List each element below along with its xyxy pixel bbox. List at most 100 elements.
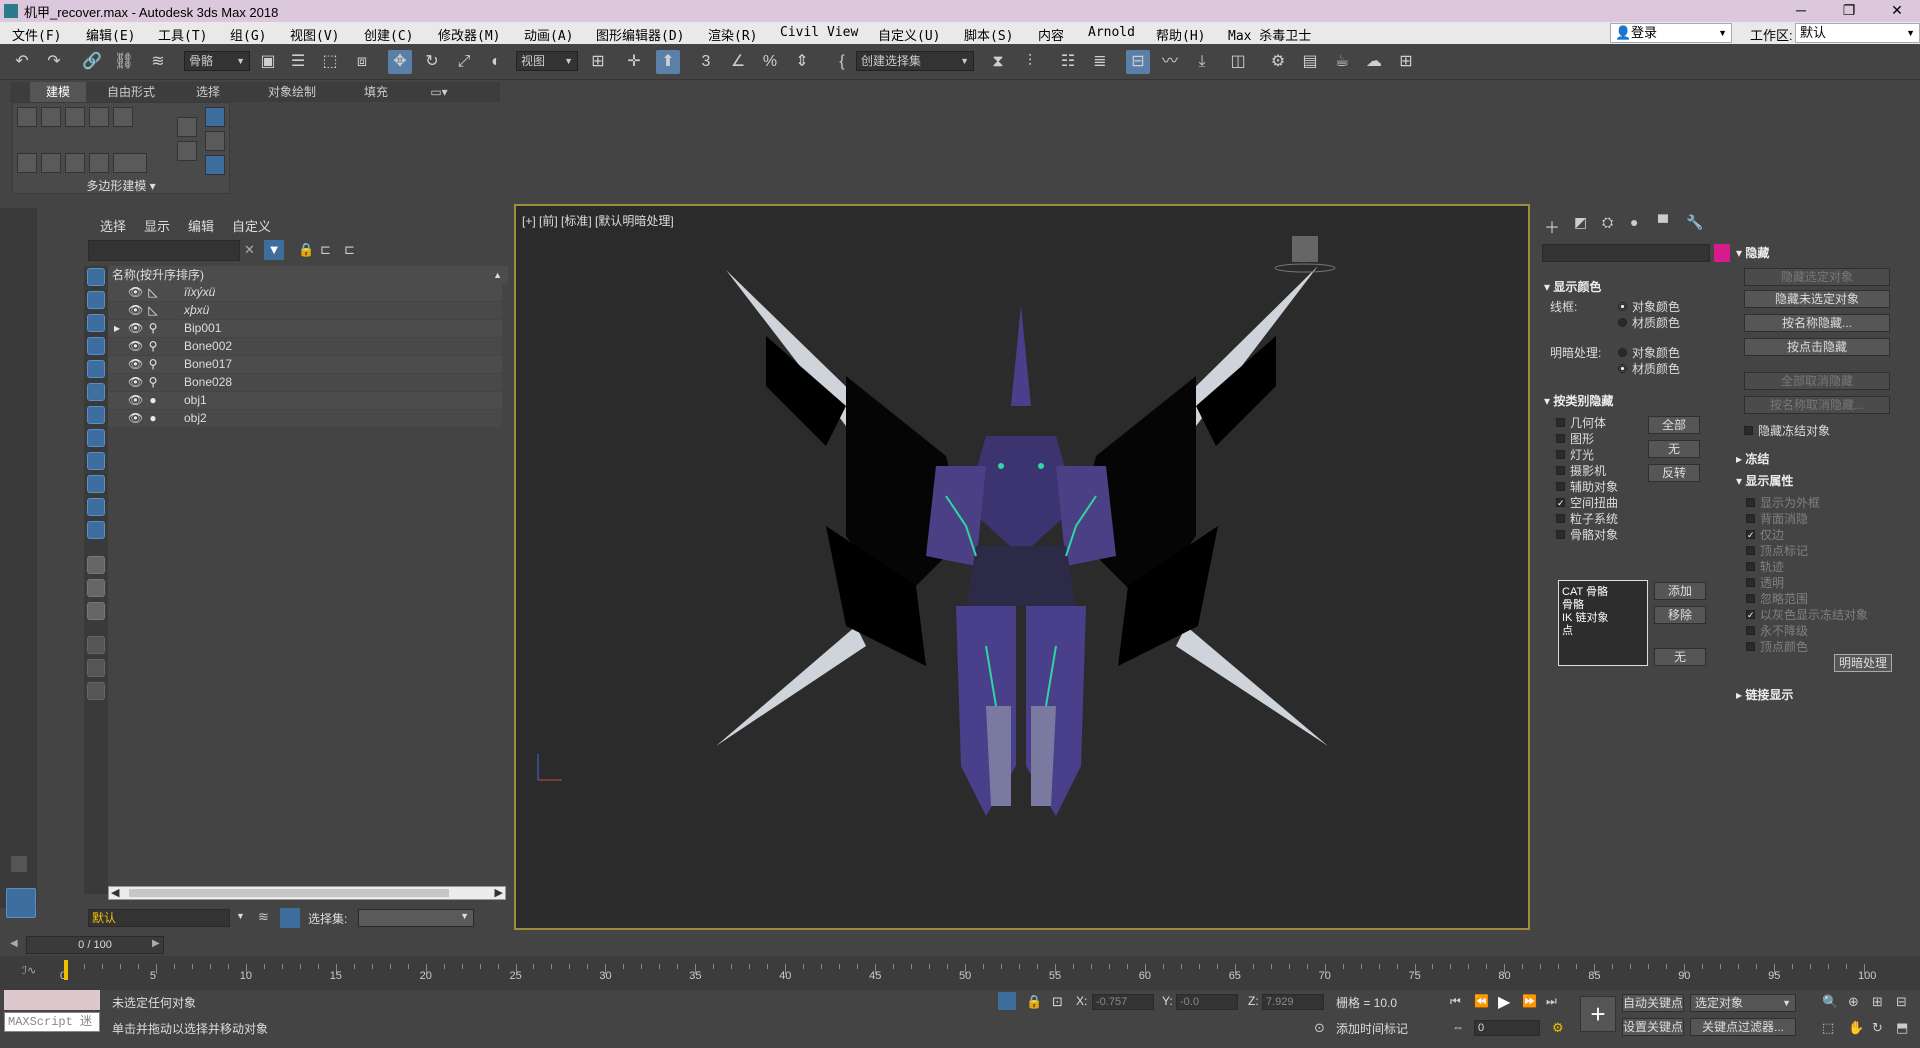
expand-layout-icon[interactable] — [11, 856, 27, 872]
geometry-filter-icon[interactable] — [87, 268, 105, 286]
layer-explorer-icon[interactable]: ☷ — [1056, 50, 1080, 74]
remove-category-button[interactable]: 移除 — [1654, 606, 1706, 624]
menu-content[interactable]: 内容 — [1038, 25, 1064, 44]
xrefs-filter-icon[interactable] — [87, 429, 105, 447]
bones-filter-icon[interactable] — [87, 452, 105, 470]
hide-rollout[interactable]: ▾ 隐藏 — [1736, 244, 1769, 261]
explorer-horizontal-scrollbar[interactable]: ◀ ▶ — [108, 886, 506, 900]
ribbon-options-icon[interactable]: ▭▾ — [424, 82, 454, 102]
shaded-object-color-radio[interactable] — [1618, 348, 1627, 357]
link-icon[interactable]: 🔗 — [80, 50, 104, 74]
filter-funnel-icon[interactable] — [87, 659, 105, 677]
list-item[interactable]: 👁 ◺ xþxü — [108, 302, 502, 319]
time-slider[interactable]: ◀ 0 / 100 ▶ — [0, 934, 1920, 956]
listbox-item[interactable]: 点 — [1562, 622, 1573, 638]
menu-group[interactable]: 组(G) — [230, 25, 266, 44]
menu-scripting[interactable]: 脚本(S) — [964, 25, 1013, 44]
schematic-view-icon[interactable]: ⤓ — [1190, 50, 1214, 74]
scrollbar-thumb[interactable] — [129, 889, 449, 897]
z-coordinate-field[interactable]: 7.929 — [1262, 994, 1324, 1010]
maxscript-listener[interactable]: MAXScript 迷 — [4, 990, 100, 1042]
visibility-eye-icon[interactable]: 👁 — [128, 356, 143, 373]
ribbon-tab-modeling[interactable]: 建模 — [30, 82, 86, 102]
polygon-icon[interactable] — [89, 107, 109, 127]
isolate-selection-icon[interactable] — [998, 992, 1016, 1010]
select-move-icon[interactable]: ✥ — [388, 50, 412, 74]
spacewarps-filter-icon[interactable] — [87, 383, 105, 401]
list-item[interactable]: 👁 ⚲ Bone017 — [108, 356, 502, 373]
explorer-search-input[interactable] — [88, 240, 240, 261]
shaded-material-color-radio[interactable] — [1618, 364, 1627, 373]
rendered-frame-icon[interactable]: ▤ — [1298, 50, 1322, 74]
frame-counter[interactable]: 0 / 100 — [26, 936, 164, 954]
keyboard-shortcut-icon[interactable]: ⬆ — [656, 50, 680, 74]
filter-icon[interactable]: ▼ — [264, 240, 284, 260]
add-time-tag-button[interactable]: 添加时间标记 — [1336, 1020, 1408, 1037]
menu-file[interactable]: 文件(F) — [12, 25, 61, 44]
freeze-rollout[interactable]: ▸ 冻结 — [1736, 450, 1769, 467]
orbit-icon[interactable]: ↻ — [1872, 1020, 1883, 1036]
visibility-eye-icon[interactable]: 👁 — [128, 320, 143, 337]
hide-selected-button[interactable]: 隐藏选定对象 — [1744, 268, 1890, 286]
pan-icon[interactable]: ✋ — [1848, 1020, 1864, 1036]
menu-civil-view[interactable]: Civil View — [780, 25, 858, 40]
category-checkbox[interactable] — [1556, 434, 1565, 443]
list-item[interactable]: 👁 ⚲ Bone002 — [108, 338, 502, 355]
none-category-button[interactable]: 无 — [1654, 648, 1706, 666]
selection-filter-dropdown[interactable]: 骨骼 ▼ — [184, 51, 250, 71]
utilities-tab-icon[interactable]: 🔧 — [1686, 214, 1703, 231]
bookmark-icon[interactable] — [87, 682, 105, 700]
link-display-rollout[interactable]: ▸ 链接显示 — [1736, 686, 1793, 703]
cameras-filter-icon[interactable] — [87, 337, 105, 355]
menu-tools[interactable]: 工具(T) — [158, 25, 207, 44]
menu-antivirus[interactable]: Max 杀毒卫士 — [1228, 25, 1311, 44]
expand-icon[interactable]: ▸ — [110, 320, 124, 337]
render-production-icon[interactable]: ☕ — [1330, 50, 1354, 74]
zoom-extents-all-icon[interactable]: ⊟ — [1896, 994, 1907, 1010]
ribbon-tab-object-paint[interactable]: 对象绘制 — [244, 82, 340, 102]
slider-right-arrow-icon[interactable]: ▶ — [152, 938, 160, 949]
show-end-result-icon[interactable] — [89, 153, 109, 173]
invert-display-icon[interactable] — [87, 602, 105, 620]
visibility-eye-icon[interactable]: 👁 — [128, 374, 143, 391]
explorer-tab-select[interactable]: 选择 — [100, 216, 126, 235]
goto-start-icon[interactable]: ⏮ — [1450, 994, 1461, 1009]
property-checkbox[interactable] — [1746, 546, 1755, 555]
category-none-button[interactable]: 无 — [1648, 440, 1700, 458]
a360-gallery-icon[interactable]: ⊞ — [1394, 50, 1418, 74]
visibility-eye-icon[interactable]: 👁 — [128, 302, 143, 319]
scroll-left-icon[interactable]: ◀ — [111, 886, 119, 899]
display-none-icon[interactable] — [87, 579, 105, 597]
menu-arnold[interactable]: Arnold — [1088, 25, 1135, 40]
menu-customize[interactable]: 自定义(U) — [878, 25, 940, 44]
maxscript-input[interactable]: MAXScript 迷 — [4, 1012, 100, 1032]
create-tab-icon[interactable]: ＋ — [1544, 214, 1560, 238]
set-key-button[interactable]: 设置关键点 — [1622, 1018, 1684, 1036]
y-coordinate-field[interactable]: -0.0 — [1176, 994, 1238, 1010]
wireframe-object-color-radio[interactable] — [1618, 302, 1627, 311]
next-frame-icon[interactable]: ⏩ — [1522, 994, 1537, 1008]
object-color-swatch[interactable] — [1714, 244, 1730, 262]
layer-hierarchy-icon[interactable]: ⊏ — [344, 242, 355, 258]
align-icon[interactable]: ⫶ — [1018, 50, 1042, 74]
lock-icon[interactable]: 🔒 — [298, 242, 314, 258]
ribbon-tab-populate[interactable]: 填充 — [344, 82, 408, 102]
motion-tab-icon[interactable]: ● — [1630, 214, 1638, 230]
ribbon-tab-freeform[interactable]: 自由形式 — [90, 82, 172, 102]
hide-by-hit-button[interactable]: 按点击隐藏 — [1744, 338, 1890, 356]
pivot-center-icon[interactable]: ⊞ — [586, 50, 610, 74]
spinner-snap-icon[interactable]: ⇕ — [790, 50, 814, 74]
hierarchy-icon[interactable]: ⊏ — [320, 242, 331, 258]
visibility-eye-icon[interactable]: 👁 — [128, 338, 143, 355]
name-column-header[interactable]: 名称(按升序排序) ▲ — [108, 266, 508, 284]
shading-button[interactable]: 明暗处理 — [1834, 654, 1892, 672]
helpers-filter-icon[interactable] — [87, 360, 105, 378]
undo-icon[interactable]: ↶ — [10, 50, 34, 74]
visibility-eye-icon[interactable]: 👁 — [128, 410, 143, 427]
visibility-eye-icon[interactable]: 👁 — [128, 392, 143, 409]
hidden-filter-icon[interactable] — [87, 521, 105, 539]
render-cloud-icon[interactable]: ☁ — [1362, 50, 1386, 74]
menu-rendering[interactable]: 渲染(R) — [708, 25, 757, 44]
object-name-field[interactable] — [1542, 244, 1710, 262]
select-rotate-icon[interactable]: ↻ — [420, 50, 444, 74]
